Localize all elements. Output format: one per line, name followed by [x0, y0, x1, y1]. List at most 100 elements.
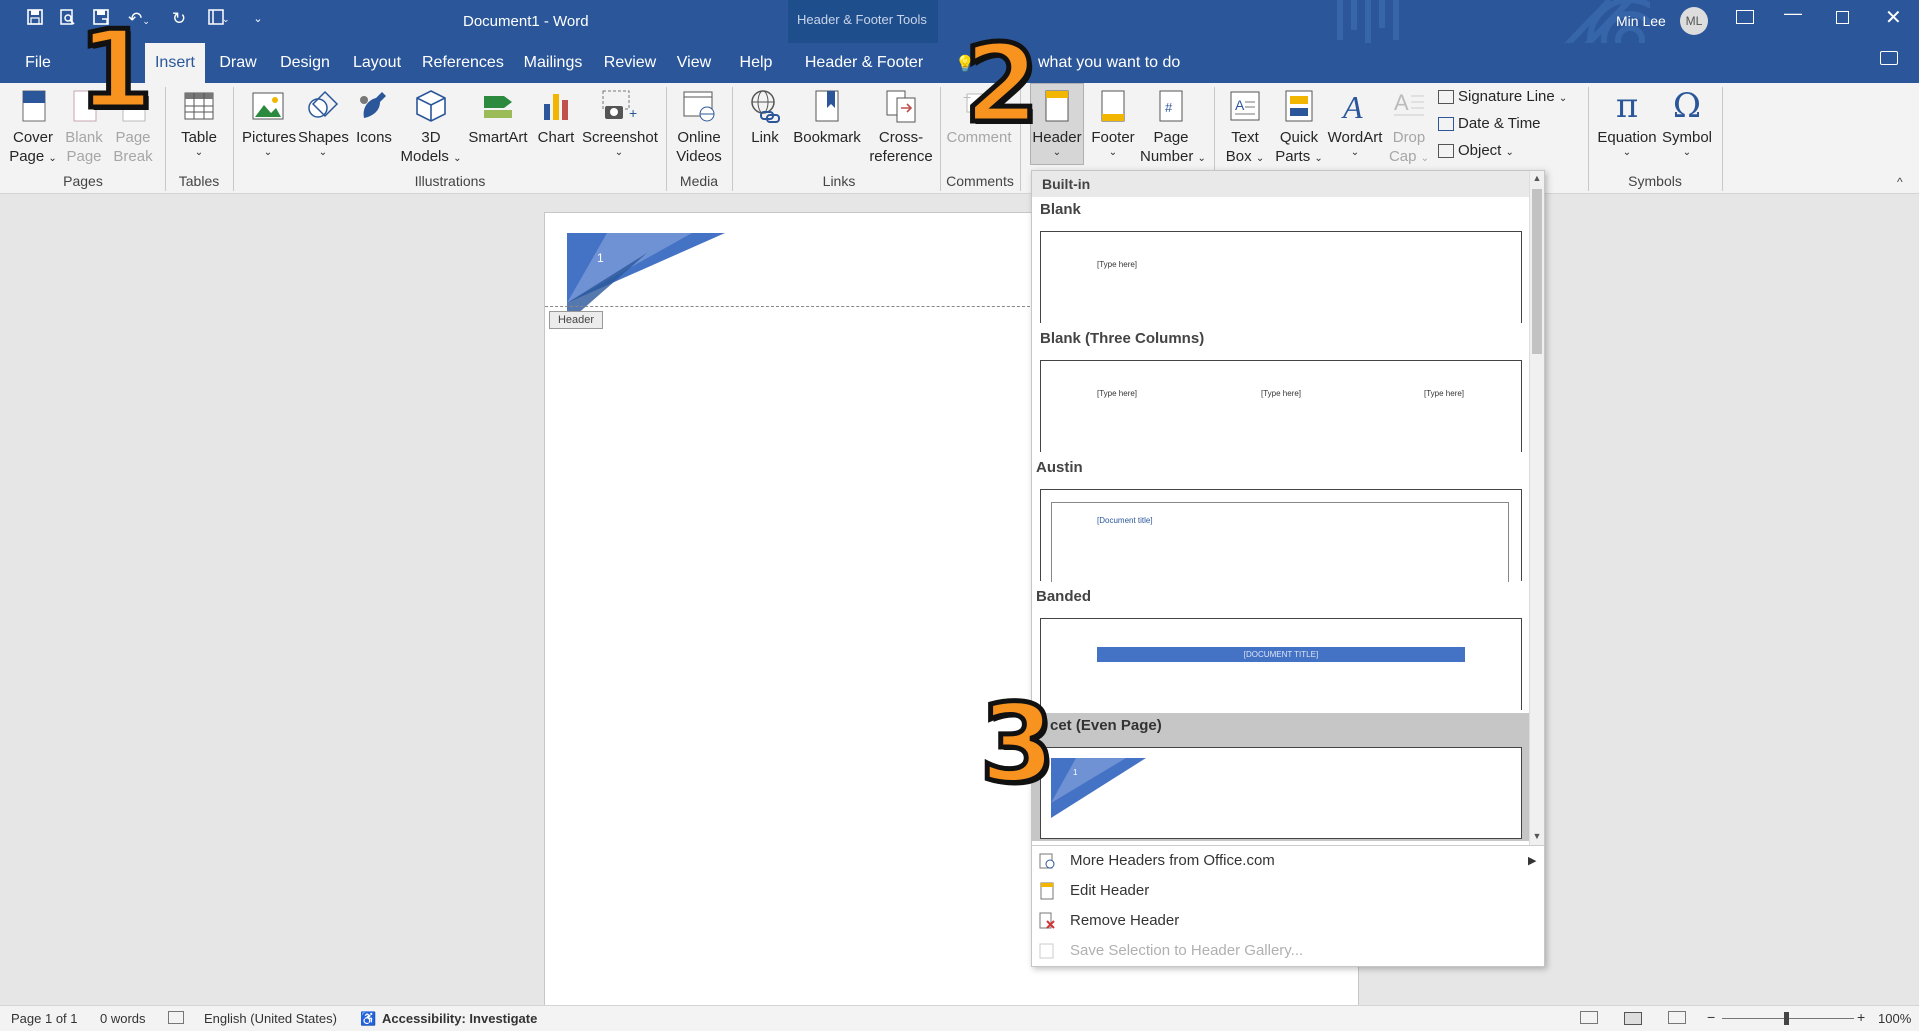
- pictures-button[interactable]: Pictures ⌄: [242, 88, 297, 159]
- tab-layout[interactable]: Layout: [351, 43, 403, 83]
- tab-view[interactable]: View: [674, 43, 714, 83]
- tab-references[interactable]: References: [422, 43, 504, 83]
- page-number-field: 1: [597, 251, 604, 265]
- quick-parts-button[interactable]: Quick Parts ⌄: [1274, 88, 1324, 168]
- link-label: Link: [751, 129, 779, 146]
- remove-header-label: Remove Header: [1070, 912, 1180, 929]
- close-icon[interactable]: ✕: [1885, 5, 1902, 30]
- proofing-icon[interactable]: [168, 1011, 184, 1024]
- pictures-label: Pictures: [242, 129, 297, 146]
- zoom-level[interactable]: 100%: [1878, 1011, 1911, 1026]
- signature-line-button[interactable]: Signature Line ⌄: [1438, 87, 1567, 108]
- svg-text:A: A: [1341, 89, 1363, 124]
- gallery-item-facet[interactable]: 1: [1040, 747, 1522, 839]
- chevron-down-icon: ⌄: [318, 147, 328, 158]
- minimize-icon[interactable]: —: [1784, 3, 1802, 24]
- bookmark-button[interactable]: Bookmark: [792, 88, 862, 147]
- gallery-item-austin[interactable]: [Document title]: [1040, 489, 1522, 582]
- tab-review[interactable]: Review: [603, 43, 657, 83]
- save-selection-menu-item[interactable]: Save Selection to Header Gallery...: [1032, 936, 1544, 966]
- web-layout-icon[interactable]: [1668, 1011, 1686, 1024]
- accessibility-status[interactable]: Accessibility: Investigate: [382, 1011, 537, 1026]
- tell-me-search[interactable]: what you want to do: [1038, 43, 1180, 83]
- collapse-ribbon-icon[interactable]: ^: [1897, 175, 1903, 189]
- tab-mailings[interactable]: Mailings: [520, 43, 586, 83]
- tab-help[interactable]: Help: [732, 43, 780, 83]
- layout-icon[interactable]: ⌄: [198, 8, 234, 30]
- chart-button[interactable]: Chart: [534, 88, 578, 147]
- screenshot-button[interactable]: + Screenshot ⌄: [582, 88, 658, 159]
- scroll-thumb[interactable]: [1532, 189, 1542, 354]
- scroll-down-arrow-icon[interactable]: ▼: [1532, 831, 1542, 843]
- shapes-button[interactable]: Shapes ⌄: [298, 88, 349, 159]
- user-name[interactable]: Min Lee: [1616, 13, 1666, 29]
- edit-header-menu-item[interactable]: Edit Header: [1032, 876, 1544, 906]
- zoom-in-icon[interactable]: +: [1857, 1009, 1865, 1025]
- online-videos-label-1: Online: [677, 129, 721, 146]
- gallery-item-three-columns[interactable]: [Type here] [Type here] [Type here]: [1040, 360, 1522, 452]
- read-mode-icon[interactable]: [1580, 1011, 1598, 1024]
- document-area: 1 Header: [0, 195, 1919, 1012]
- zoom-slider-thumb[interactable]: [1784, 1012, 1789, 1025]
- tab-file[interactable]: File: [18, 43, 58, 83]
- ribbon-insert: Cover Page ⌄ Blank Page Page Break Pages Ta…: [0, 83, 1919, 194]
- tab-insert[interactable]: Insert: [145, 43, 205, 83]
- smartart-button[interactable]: SmartArt: [466, 88, 530, 147]
- date-time-label: Date & Time: [1458, 115, 1541, 132]
- restore-icon[interactable]: [1836, 11, 1849, 24]
- tab-design[interactable]: Design: [278, 43, 332, 83]
- print-layout-icon[interactable]: [1624, 1012, 1642, 1025]
- scroll-up-arrow-icon[interactable]: ▲: [1532, 173, 1542, 185]
- more-headers-menu-item[interactable]: More Headers from Office.com ▶: [1032, 846, 1544, 876]
- save-icon[interactable]: [24, 8, 46, 30]
- page-count-status[interactable]: Page 1 of 1: [11, 1011, 78, 1026]
- facet-header-graphic: [567, 233, 725, 323]
- 3d-models-button[interactable]: 3D Models ⌄: [400, 88, 462, 168]
- table-button[interactable]: Table ⌄: [176, 88, 222, 159]
- screenshot-icon: +: [602, 90, 637, 121]
- customize-qat-icon[interactable]: ⌄: [247, 8, 269, 30]
- cross-reference-button[interactable]: Cross-reference: [866, 88, 936, 166]
- online-videos-button[interactable]: Online Videos: [674, 88, 724, 166]
- text-box-icon: A: [1230, 91, 1260, 121]
- placeholder-text: [Document title]: [1097, 516, 1153, 525]
- save-selection-label: Save Selection to Header Gallery...: [1070, 942, 1304, 959]
- word-count-status[interactable]: 0 words: [100, 1011, 146, 1026]
- calendar-icon: [1438, 117, 1454, 132]
- group-media: Media: [679, 173, 719, 189]
- more-headers-label: More Headers from Office.com: [1070, 852, 1275, 869]
- online-videos-icon: [683, 91, 715, 122]
- edit-header-label: Edit Header: [1070, 882, 1150, 899]
- quick-parts-label-1: Quick: [1279, 129, 1319, 146]
- gallery-item-banded[interactable]: [DOCUMENT TITLE]: [1040, 618, 1522, 710]
- zoom-out-icon[interactable]: −: [1707, 1009, 1715, 1025]
- page-number-button[interactable]: # Page Number ⌄: [1140, 88, 1206, 168]
- object-icon: [1438, 144, 1454, 159]
- pictures-icon: [252, 92, 284, 120]
- wordart-button[interactable]: A WordArt ⌄: [1326, 88, 1384, 159]
- date-time-button[interactable]: Date & Time: [1438, 114, 1541, 133]
- symbol-button[interactable]: Ω Symbol ⌄: [1660, 88, 1714, 159]
- separator: [666, 87, 667, 191]
- print-preview-icon[interactable]: [56, 8, 78, 30]
- remove-header-menu-item[interactable]: Remove Header: [1032, 906, 1544, 936]
- gallery-scrollbar[interactable]: ▲ ▼: [1529, 171, 1544, 845]
- tab-header-footer[interactable]: Header & Footer: [794, 43, 934, 83]
- user-avatar[interactable]: ML: [1680, 7, 1708, 35]
- gallery-item-blank[interactable]: [Type here]: [1040, 231, 1522, 323]
- link-button[interactable]: Link: [742, 88, 788, 147]
- footer-button[interactable]: Footer ⌄: [1088, 88, 1138, 159]
- icons-button[interactable]: Icons: [352, 88, 396, 147]
- cover-page-button[interactable]: Cover Page ⌄: [8, 88, 58, 168]
- object-button[interactable]: Object ⌄: [1438, 141, 1514, 162]
- drop-cap-button[interactable]: A Drop Cap ⌄: [1386, 88, 1432, 168]
- contextual-tools-title: Header & Footer Tools: [797, 12, 927, 27]
- footer-label: Footer: [1091, 129, 1135, 146]
- comments-pane-icon[interactable]: [1880, 51, 1898, 65]
- redo-icon[interactable]: ↻: [168, 8, 190, 30]
- equation-button[interactable]: π Equation ⌄: [1596, 88, 1658, 159]
- language-status[interactable]: English (United States): [204, 1011, 337, 1026]
- text-box-button[interactable]: A Text Box ⌄: [1222, 88, 1268, 168]
- tab-draw[interactable]: Draw: [217, 43, 259, 83]
- ribbon-display-options-icon[interactable]: [1736, 10, 1754, 24]
